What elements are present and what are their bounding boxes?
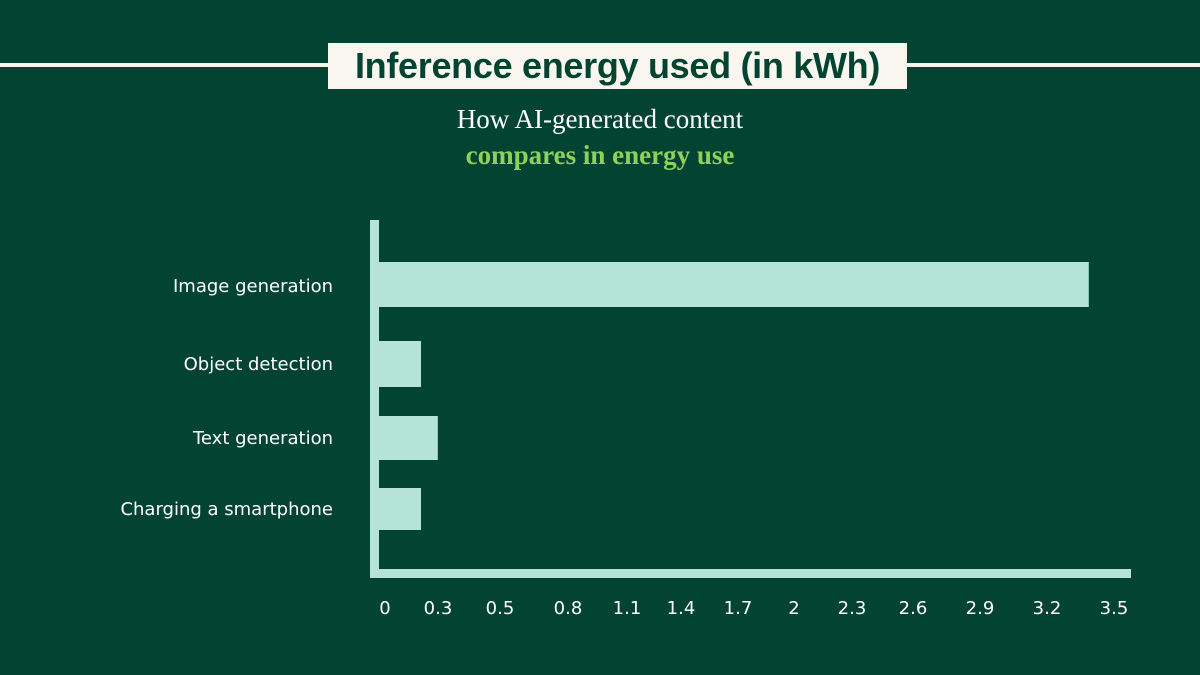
x-tick-label: 0.3	[424, 598, 453, 619]
x-tick-label: 0.5	[486, 598, 515, 619]
bar-object-detection	[379, 341, 421, 387]
x-tick-label: 2.9	[966, 598, 995, 619]
bar-chart: Image generation Object detection Text gen…	[120, 220, 1131, 619]
y-axis-line	[370, 220, 379, 578]
x-tick-label: 2.3	[838, 598, 867, 619]
category-label: Text generation	[192, 428, 333, 449]
x-tick-label: 3.5	[1100, 598, 1129, 619]
x-tick-label: 1.1	[613, 598, 642, 619]
bar-charging-a-smartphone	[379, 488, 421, 530]
category-label: Charging a smartphone	[120, 499, 333, 520]
bar-image-generation	[379, 262, 1089, 307]
x-tick-label: 2.6	[899, 598, 928, 619]
x-axis-line	[370, 569, 1131, 578]
category-label: Image generation	[173, 276, 333, 297]
x-tick-label: 0	[379, 598, 390, 619]
bar-text-generation	[379, 416, 438, 460]
x-tick-label: 0.8	[554, 598, 583, 619]
x-tick-label: 1.7	[724, 598, 753, 619]
x-tick-label: 3.2	[1033, 598, 1062, 619]
x-tick-label: 1.4	[667, 598, 696, 619]
x-tick-label: 2	[788, 598, 799, 619]
category-label: Object detection	[184, 354, 333, 375]
